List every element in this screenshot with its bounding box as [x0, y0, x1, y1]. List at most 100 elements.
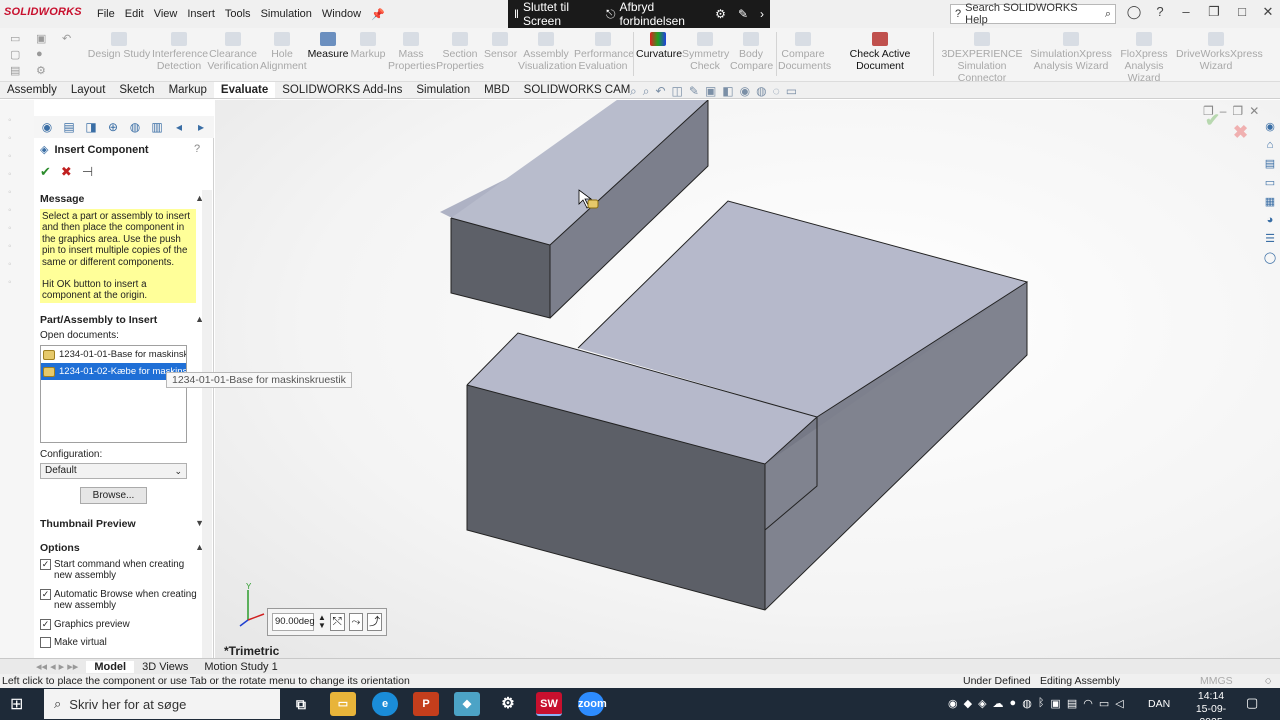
view-orientation-icon[interactable]: ▣	[705, 84, 716, 99]
user-icon[interactable]: ◯	[1122, 4, 1146, 24]
hide-show-icon[interactable]: ◉	[740, 84, 750, 99]
tab-layout[interactable]: Layout	[64, 82, 113, 98]
hole-alignment-button[interactable]: Hole Alignment	[260, 32, 307, 72]
simulationxpress-wizard-button[interactable]: SimulationXpress Analysis Wizard	[1030, 32, 1112, 72]
open-documents-list[interactable]: 1234-01-01-Base for maskinskruestik 1234…	[40, 345, 187, 443]
message-section-header[interactable]: Message ▲	[40, 193, 204, 205]
close-icon[interactable]: ✕	[1256, 4, 1280, 24]
tray-app-icon[interactable]: ◍	[1022, 697, 1032, 710]
zoom-to-area-icon[interactable]: ⌕	[643, 84, 650, 99]
tab-model[interactable]: Model	[86, 660, 135, 673]
model-render[interactable]	[215, 100, 1280, 660]
tab-scroll-arrows[interactable]: ◂◂ ◂ ▸ ▸▸	[0, 660, 86, 673]
file-explorer-icon[interactable]: ▭	[330, 692, 356, 716]
tab-solidworks-cam[interactable]: SOLIDWORKS CAM	[517, 82, 638, 98]
thumbnail-section-header[interactable]: Thumbnail Preview ▼	[40, 518, 204, 530]
option-automatic-browse[interactable]: ✓ Automatic Browse when creating new asse…	[40, 589, 200, 611]
menu-window[interactable]: Window	[317, 8, 366, 21]
tab-3d-views[interactable]: 3D Views	[134, 661, 196, 673]
help-icon[interactable]: ?	[1148, 4, 1172, 24]
options-section-header[interactable]: Options ▲	[40, 542, 204, 554]
zoom-icon[interactable]: zoom	[578, 692, 607, 716]
bluetooth-icon[interactable]: ᛒ	[1038, 697, 1045, 710]
tab-simulation[interactable]: Simulation	[409, 82, 477, 98]
undo-icon[interactable]: ↶	[62, 32, 71, 45]
feature-manager-tab-icon[interactable]: ◉	[38, 120, 56, 134]
body-compare-button[interactable]: Body Compare	[730, 32, 773, 72]
list-item[interactable]: 1234-01-01-Base for maskinskruestik	[41, 346, 186, 363]
view-palette-icon[interactable]: ▦	[1265, 195, 1275, 208]
tab-mbd[interactable]: MBD	[477, 82, 517, 98]
driveworksxpress-wizard-button[interactable]: DriveWorksXpress Wizard	[1176, 32, 1263, 72]
appearances-icon[interactable]: ◕	[1267, 214, 1274, 226]
section-properties-button[interactable]: Section Properties	[436, 32, 484, 72]
tray-app-icon[interactable]: ●	[1010, 697, 1017, 710]
windows-start-icon[interactable]: ⊞	[10, 694, 23, 714]
minimize-icon[interactable]: –	[1174, 4, 1198, 24]
configuration-select[interactable]: Default ⌄	[40, 463, 187, 479]
apply-scene-icon[interactable]: ◌	[773, 84, 780, 99]
custom-properties-icon[interactable]: ☰	[1265, 232, 1275, 245]
app-icon[interactable]: ◆	[454, 692, 480, 716]
home-icon[interactable]: ⌂	[1267, 139, 1274, 151]
display-style-icon[interactable]: ◧	[722, 84, 733, 99]
sensor-button[interactable]: Sensor	[484, 32, 517, 60]
solidworks-taskbar-icon[interactable]: SW	[536, 692, 562, 716]
checkbox[interactable]: ✓	[40, 589, 51, 600]
rotate-x-icon[interactable]: ⤲	[329, 613, 345, 631]
task-view-icon[interactable]: ⧉	[288, 692, 314, 716]
browse-button[interactable]: Browse...	[80, 487, 147, 504]
new-icon[interactable]: ▭	[10, 32, 20, 45]
chevron-left-icon[interactable]: ◂	[170, 120, 188, 134]
floxpress-wizard-button[interactable]: FloXpress Analysis Wizard	[1114, 32, 1174, 84]
view-settings-icon[interactable]: ▭	[786, 84, 797, 99]
menu-simulation[interactable]: Simulation	[256, 8, 317, 21]
disconnect-button[interactable]: ⎋ Afbryd forbindelsen	[600, 0, 709, 28]
clearance-verification-button[interactable]: Clearance Verification	[206, 32, 260, 72]
rotate-z-icon[interactable]: ⤴	[367, 613, 382, 631]
performance-evaluation-button[interactable]: Performance Evaluation	[574, 32, 634, 72]
option-graphics-preview[interactable]: ✓ Graphics preview	[40, 619, 200, 630]
ok-check-icon[interactable]: ✔	[40, 164, 51, 180]
dimxpert-tab-icon[interactable]: ⊕	[104, 120, 122, 134]
checkbox[interactable]: ✓	[40, 619, 51, 630]
dynamic-annotation-icon[interactable]: ✎	[689, 84, 699, 99]
tab-markup[interactable]: Markup	[162, 82, 214, 98]
tab-solidworks-add-ins[interactable]: SOLIDWORKS Add-Ins	[275, 82, 409, 98]
checkbox[interactable]	[40, 637, 51, 648]
display-manager-tab-icon[interactable]: ◍	[126, 120, 144, 134]
check-active-document-button[interactable]: Check Active Document	[830, 32, 930, 72]
taskbar-search-input[interactable]: ⌕ Skriv her for at søge	[44, 689, 280, 719]
chat-icon[interactable]: ◌	[1265, 674, 1271, 688]
tray-app-icon[interactable]: ▤	[1067, 697, 1077, 710]
status-units[interactable]: MMGS	[1200, 674, 1233, 688]
help-icon[interactable]: ?	[194, 143, 200, 155]
settings-gear-icon[interactable]: ⚙	[709, 7, 732, 21]
pin-icon[interactable]: ✎	[732, 7, 754, 21]
measure-button[interactable]: Measure	[306, 32, 350, 60]
push-pin-icon[interactable]: ⊣	[82, 164, 93, 180]
tray-app-icon[interactable]: ◉	[948, 697, 958, 710]
tab-motion-study[interactable]: Motion Study 1	[196, 661, 285, 673]
cancel-x-icon[interactable]: ✖	[61, 164, 72, 180]
taskbar-clock[interactable]: 14:14 15-09-2025	[1188, 690, 1234, 720]
tab-sketch[interactable]: Sketch	[112, 82, 161, 98]
assembly-visualization-button[interactable]: Assembly Visualization	[518, 32, 577, 72]
cancel-corner-x-icon[interactable]: ✖	[1233, 122, 1248, 143]
powerpoint-icon[interactable]: P	[413, 692, 439, 716]
battery-icon[interactable]: ▭	[1099, 697, 1109, 710]
menu-view[interactable]: View	[149, 8, 183, 21]
list-item[interactable]: 1234-01-02-Kæbe for maskinskruestik	[41, 363, 186, 380]
acrobat-icon[interactable]: ◆	[964, 697, 972, 710]
markup-button[interactable]: Markup	[350, 32, 386, 60]
tab-evaluate[interactable]: Evaluate	[213, 82, 276, 98]
volume-icon[interactable]: ◁	[1115, 697, 1123, 710]
section-view-icon[interactable]: ◫	[672, 84, 683, 99]
select-icon[interactable]: ▢	[10, 48, 20, 61]
mass-properties-button[interactable]: Mass Properties	[388, 32, 436, 72]
edge-icon[interactable]: e	[372, 692, 398, 716]
design-study-button[interactable]: Design Study	[86, 32, 152, 60]
restore-icon[interactable]: ❐	[1202, 4, 1226, 24]
3dexperience-simulation-connector-button[interactable]: 3DEXPERIENCE Simulation Connector	[936, 32, 1028, 84]
configuration-manager-tab-icon[interactable]: ◨	[82, 120, 100, 134]
